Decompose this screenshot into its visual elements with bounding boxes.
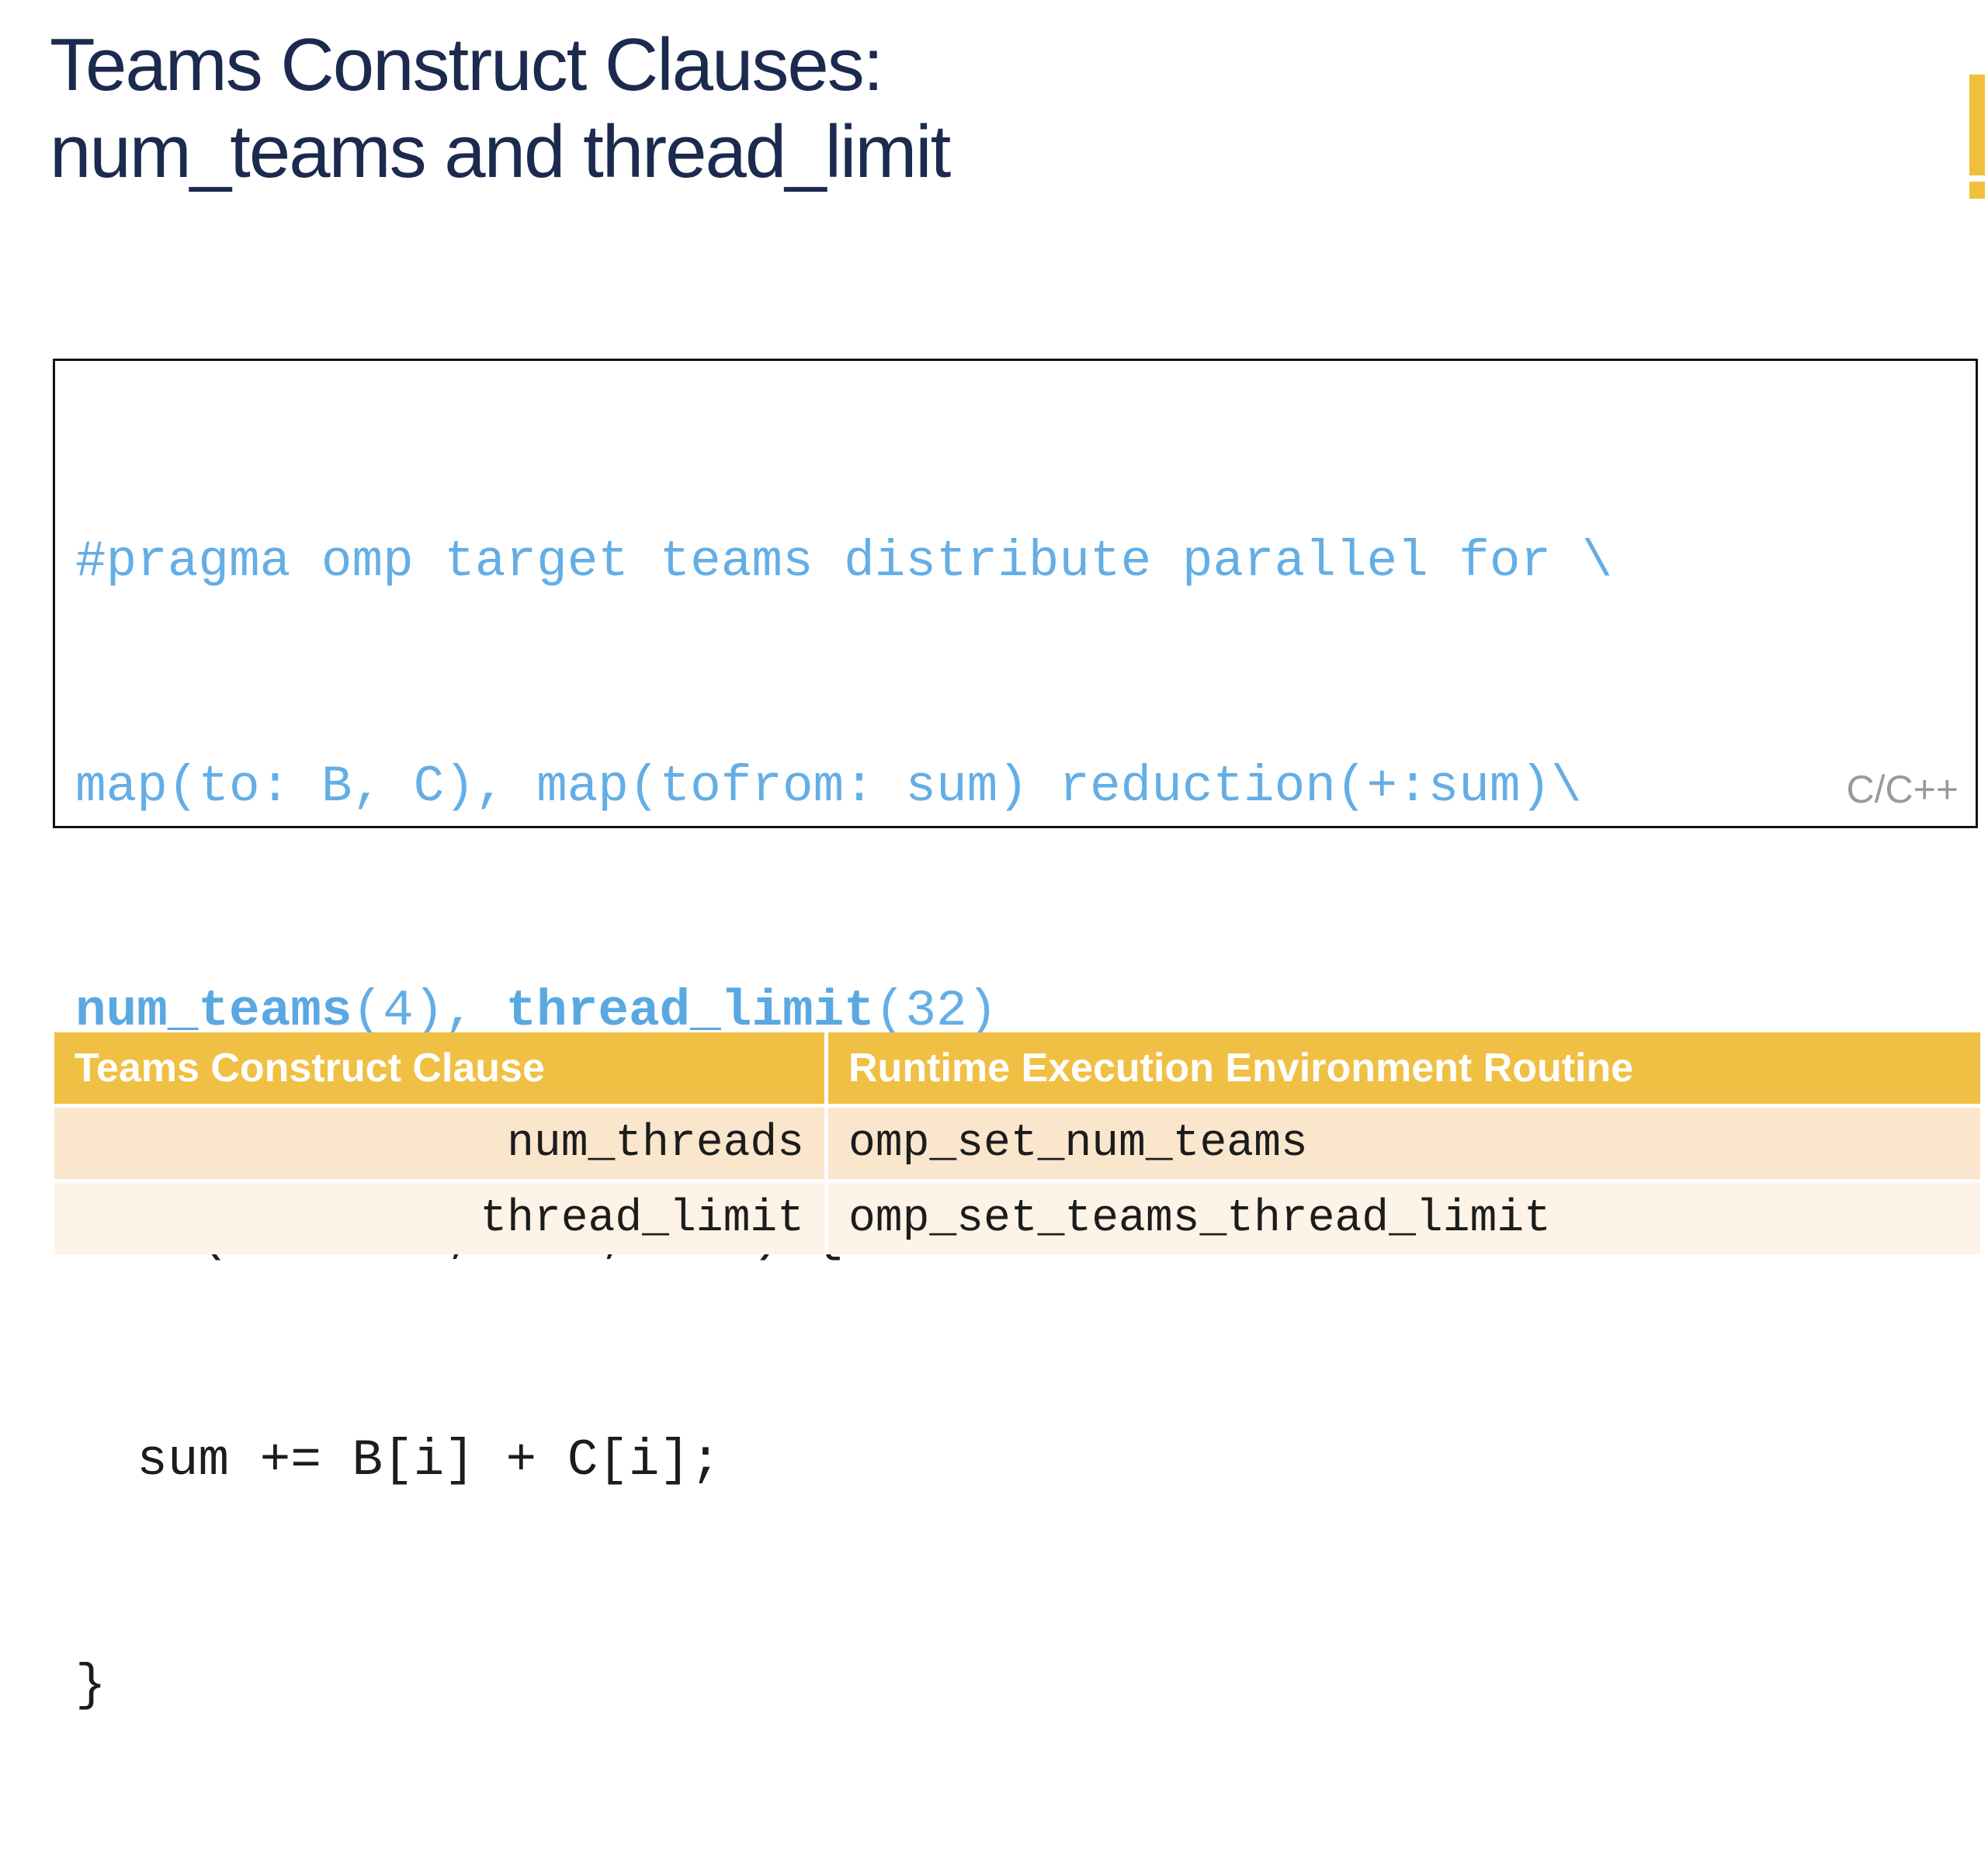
slide-title-line1: Teams Construct Clauses: <box>50 23 883 106</box>
table-row: num_threads omp_set_num_teams <box>54 1104 1980 1179</box>
table-header-clause: Teams Construct Clause <box>54 1032 828 1104</box>
table-cell-clause: thread_limit <box>54 1179 828 1254</box>
table-cell-clause: num_threads <box>54 1104 828 1179</box>
accent-bar <box>1969 75 1985 199</box>
code-line-map: map(to: B, C), map(tofrom: sum) reductio… <box>75 757 1582 816</box>
code-block: #pragma omp target teams distribute para… <box>53 359 1978 1715</box>
table-header-row: Teams Construct Clause Runtime Execution… <box>54 1032 1980 1104</box>
slide-title-line2: num_teams and thread_limit <box>50 110 951 193</box>
code-line-close: } <box>75 1656 106 1715</box>
table-header-routine: Runtime Execution Environment Routine <box>828 1032 1980 1104</box>
language-label: C/C++ <box>1846 768 1959 811</box>
table-cell-routine: omp_set_teams_thread_limit <box>828 1179 1980 1254</box>
thread-limit-arg: (32) <box>874 982 998 1040</box>
table-cell-routine: omp_set_num_teams <box>828 1104 1980 1179</box>
code-line-body: sum += B[i] + C[i]; <box>75 1431 721 1490</box>
table-row: thread_limit omp_set_teams_thread_limit <box>54 1179 1980 1254</box>
thread-limit-keyword: thread_limit <box>505 982 875 1040</box>
num-teams-keyword: num_teams <box>75 982 352 1040</box>
num-teams-arg: (4), <box>352 982 506 1040</box>
code-line-pragma: #pragma omp target teams distribute para… <box>75 532 1613 591</box>
slide-title: Teams Construct Clauses: num_teams and t… <box>50 22 1525 196</box>
clauses-table: Teams Construct Clause Runtime Execution… <box>54 1032 1980 1254</box>
